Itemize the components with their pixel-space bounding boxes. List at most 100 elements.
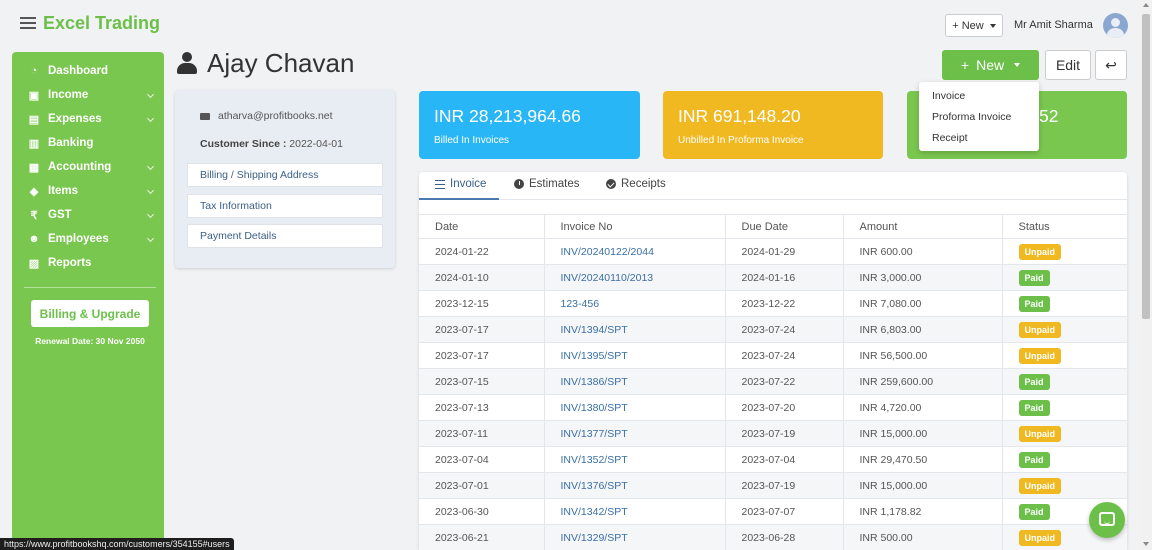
page-title: Ajay Chavan — [207, 48, 355, 78]
chevron-down-icon — [146, 162, 155, 171]
tab-label: Invoice — [450, 178, 487, 190]
stat-card-unbilled[interactable]: INR 691,148.20 Unbilled In Proforma Invo… — [663, 91, 883, 159]
invoice-no-link[interactable]: INV/1329/SPT — [544, 524, 726, 550]
sidebar-item-accounting[interactable]: ▦ Accounting — [12, 156, 164, 178]
table-row[interactable]: 2023-07-13 INV/1380/SPT 2023-07-20 INR 4,72… — [419, 394, 1127, 421]
person-icon — [177, 52, 197, 74]
sidebar-item-label: Reports — [48, 257, 92, 269]
sidebar-item-reports[interactable]: ▨ Reports — [12, 252, 164, 274]
top-bar: Excel Trading + New Mr Amit Sharma — [0, 0, 1140, 50]
table-row[interactable]: 2023-07-01 INV/1376/SPT 2023-07-19 INR 15,0… — [419, 472, 1127, 499]
tab-estimates[interactable]: Estimates — [514, 178, 580, 190]
invoice-no-link[interactable]: INV/1376/SPT — [544, 472, 726, 499]
status-cell: Unpaid — [1002, 420, 1127, 447]
table-row[interactable]: 2023-06-30 INV/1342/SPT 2023-07-07 INR 1,17… — [419, 498, 1127, 525]
table-row[interactable]: 2023-06-21 INV/1329/SPT 2023-06-28 INR 500.… — [419, 524, 1127, 550]
brand-logo[interactable]: Excel Trading — [43, 13, 160, 34]
date-cell: 2023-07-04 — [419, 446, 545, 473]
edit-button[interactable]: Edit — [1045, 50, 1091, 80]
invoice-no-link[interactable]: INV/1380/SPT — [544, 394, 726, 421]
back-button[interactable]: ↩ — [1095, 50, 1127, 80]
table-header-row: Date Invoice No Due Date Amount Status — [419, 214, 1127, 239]
sidebar-item-expenses[interactable]: ▤ Expenses — [12, 108, 164, 130]
column-header[interactable]: Date — [419, 214, 545, 239]
scroll-thumb[interactable] — [1142, 14, 1150, 319]
invoice-no-link[interactable]: INV/1395/SPT — [544, 342, 726, 369]
table-row[interactable]: 2023-07-17 INV/1395/SPT 2023-07-24 INR 56,5… — [419, 342, 1127, 369]
amount-cell: INR 7,080.00 — [843, 290, 1003, 317]
sidebar-item-income[interactable]: ▣ Income — [12, 84, 164, 106]
column-header[interactable]: Due Date — [725, 214, 844, 239]
amount-cell: INR 6,803.00 — [843, 316, 1003, 343]
status-cell: Paid — [1002, 446, 1127, 473]
due-date-cell: 2023-07-24 — [725, 316, 844, 343]
reply-arrow-icon: ↩ — [1105, 56, 1117, 73]
column-header[interactable]: Status — [1002, 214, 1127, 239]
status-badge: Unpaid — [1018, 321, 1061, 338]
dropdown-item-proforma-invoice[interactable]: Proforma Invoice — [932, 111, 1011, 123]
column-header[interactable]: Invoice No — [544, 214, 726, 239]
table-row[interactable]: 2024-01-10 INV/20240110/2013 2024-01-16 INR… — [419, 264, 1127, 291]
hamburger-menu-icon[interactable] — [20, 17, 36, 29]
sidebar-item-dashboard[interactable]: ◔ Dashboard — [12, 60, 164, 82]
transactions-panel: Invoice Estimates Receipts Date Invoice N… — [419, 172, 1127, 550]
invoice-no-link[interactable]: INV/20240122/2044 — [544, 238, 726, 265]
new-button[interactable]: + New — [942, 50, 1039, 80]
due-date-cell: 2023-07-19 — [725, 420, 844, 447]
tax-information-link[interactable]: Tax Information — [187, 194, 383, 218]
scroll-up-arrow-icon[interactable] — [1143, 3, 1149, 7]
invoice-no-link[interactable]: INV/1386/SPT — [544, 368, 726, 395]
new-button-label: New — [976, 57, 1005, 73]
due-date-cell: 2023-07-20 — [725, 394, 844, 421]
sidebar-item-banking[interactable]: ▥ Banking — [12, 132, 164, 154]
amount-cell: INR 3,000.00 — [843, 264, 1003, 291]
dropdown-item-invoice[interactable]: Invoice — [932, 90, 965, 102]
due-date-cell: 2023-07-04 — [725, 446, 844, 473]
dashboard-icon: ◔ — [30, 65, 38, 77]
payment-details-link[interactable]: Payment Details — [187, 224, 383, 248]
amount-cell: INR 15,000.00 — [843, 420, 1003, 447]
stat-label: Unbilled In Proforma Invoice — [678, 135, 804, 146]
sidebar-item-gst[interactable]: ₹ GST — [12, 204, 164, 226]
stat-card-billed[interactable]: INR 28,213,964.66 Billed In Invoices — [419, 91, 640, 159]
chevron-down-icon — [146, 90, 155, 99]
tab-receipts[interactable]: Receipts — [606, 178, 666, 190]
page-scrollbar[interactable] — [1140, 0, 1152, 550]
sidebar-item-employees[interactable]: ☻ Employees — [12, 228, 164, 250]
invoice-no-link[interactable]: INV/1342/SPT — [544, 498, 726, 525]
invoice-no-link[interactable]: INV/1377/SPT — [544, 420, 726, 447]
customer-info-card: atharva@profitbooks.net Customer Since :… — [175, 90, 395, 268]
table-row[interactable]: 2023-07-11 INV/1377/SPT 2023-07-19 INR 15,0… — [419, 420, 1127, 447]
chat-bubble-icon — [1099, 512, 1115, 526]
chat-button[interactable] — [1089, 502, 1125, 538]
due-date-cell: 2023-06-28 — [725, 524, 844, 550]
customer-email: atharva@profitbooks.net — [218, 110, 333, 122]
billing-shipping-address-link[interactable]: Billing / Shipping Address — [187, 163, 383, 187]
billing-upgrade-button[interactable]: Billing & Upgrade — [31, 300, 149, 327]
sidebar-item-label: Income — [48, 89, 89, 101]
column-header[interactable]: Amount — [843, 214, 1003, 239]
invoice-no-link[interactable]: INV/1352/SPT — [544, 446, 726, 473]
tab-invoice[interactable]: Invoice — [435, 178, 486, 190]
date-cell: 2023-07-17 — [419, 316, 545, 343]
invoice-no-link[interactable]: INV/20240110/2013 — [544, 264, 726, 291]
table-row[interactable]: 2023-07-04 INV/1352/SPT 2023-07-04 INR 29,4… — [419, 446, 1127, 473]
customer-since: Customer Since : 2022-04-01 — [200, 138, 343, 150]
sidebar-item-items[interactable]: ◆ Items — [12, 180, 164, 202]
top-new-button[interactable]: + New — [945, 14, 1003, 37]
stat-amount: 52 — [1039, 106, 1059, 126]
scroll-down-arrow-icon[interactable] — [1143, 542, 1149, 546]
envelope-icon — [200, 112, 210, 120]
dropdown-item-receipt[interactable]: Receipt — [932, 132, 968, 144]
table-row[interactable]: 2023-12-15 123-456 2023-12-22 INR 7,080.00 P… — [419, 290, 1127, 317]
avatar[interactable] — [1103, 13, 1128, 38]
status-cell: Unpaid — [1002, 238, 1127, 265]
user-name[interactable]: Mr Amit Sharma — [1014, 19, 1093, 31]
invoice-no-link[interactable]: INV/1394/SPT — [544, 316, 726, 343]
renewal-date: Renewal Date: 30 Nov 2050 — [35, 336, 145, 346]
invoice-no-link[interactable]: 123-456 — [544, 290, 726, 317]
table-row[interactable]: 2023-07-17 INV/1394/SPT 2023-07-24 INR 6,80… — [419, 316, 1127, 343]
table-row[interactable]: 2023-07-15 INV/1386/SPT 2023-07-22 INR 259,… — [419, 368, 1127, 395]
new-dropdown-menu: Invoice Proforma Invoice Receipt — [919, 82, 1039, 151]
table-row[interactable]: 2024-01-22 INV/20240122/2044 2024-01-29 INR… — [419, 238, 1127, 265]
